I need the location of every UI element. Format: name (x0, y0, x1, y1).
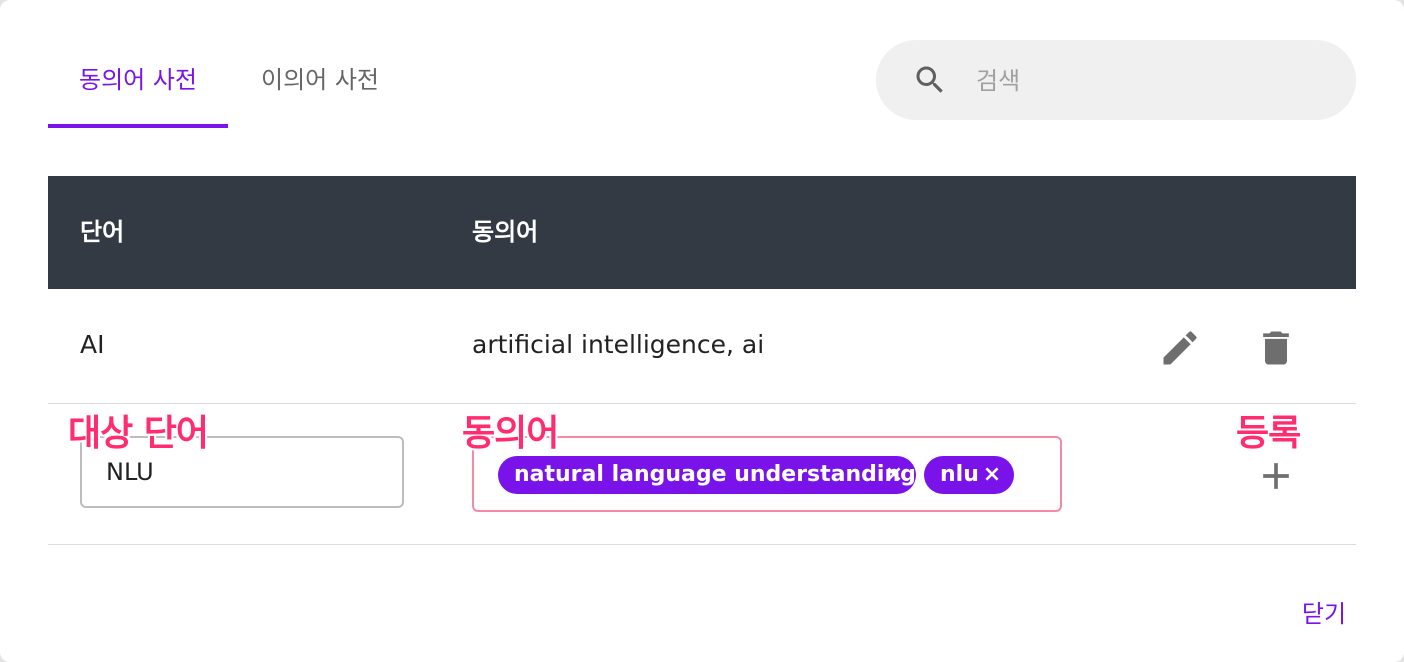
synonym-dictionary-dialog: 동의어 사전 이의어 사전 단어 동의어 AI artificial intel… (0, 0, 1404, 662)
tab-synonym-dictionary[interactable]: 동의어 사전 (48, 60, 228, 100)
table-row: AI artificial intelligence, ai (48, 290, 1356, 404)
delete-icon[interactable] (1254, 326, 1298, 370)
column-header-synonym: 동의어 (472, 218, 539, 246)
annotation-register: 등록 (1236, 413, 1301, 454)
close-button[interactable]: 닫기 (1292, 594, 1356, 634)
chip-remove-icon[interactable]: × (884, 456, 904, 494)
search-box[interactable] (876, 40, 1356, 120)
add-synonym-form: 대상 단어 동의어 등록 natural language understand… (48, 404, 1356, 545)
tab-heteronym-dictionary[interactable]: 이의어 사전 (228, 60, 412, 100)
column-header-word: 단어 (80, 218, 125, 246)
synonym-chip: natural language understanding × (498, 456, 916, 494)
search-input[interactable] (974, 60, 1318, 102)
synonym-chip: nlu × (924, 456, 1014, 494)
edit-icon[interactable] (1158, 326, 1202, 370)
table-header: 단어 동의어 (48, 176, 1356, 289)
search-icon[interactable] (912, 62, 948, 98)
active-tab-indicator (48, 124, 228, 128)
annotation-synonym: 동의어 (462, 413, 559, 454)
row-word: AI (80, 330, 105, 359)
annotation-target-word: 대상 단어 (68, 413, 209, 454)
chip-label: natural language understanding (514, 462, 916, 487)
chip-remove-icon[interactable]: × (982, 456, 1002, 494)
row-synonyms: artificial intelligence, ai (472, 330, 765, 359)
plus-icon[interactable] (1254, 454, 1298, 498)
synonym-chip-input[interactable]: natural language understanding × nlu × (472, 436, 1062, 512)
chip-label: nlu (940, 462, 979, 487)
